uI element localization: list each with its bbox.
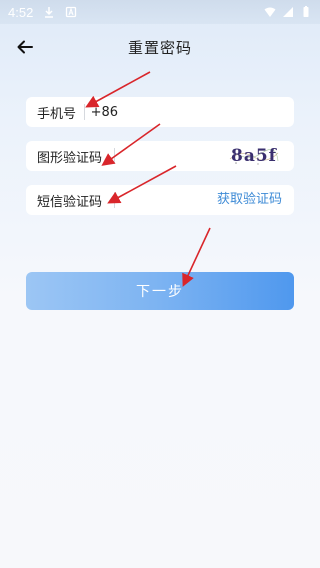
sms-code-field[interactable]: 短信验证码 获取验证码 — [26, 185, 294, 215]
signal-icon — [283, 7, 293, 17]
image-code-field[interactable]: 图形验证码 8a5f — [26, 141, 294, 171]
get-code-button[interactable]: 获取验证码 — [217, 185, 282, 215]
page-title: 重置密码 — [127, 38, 192, 57]
next-step-label: 下一步 — [136, 284, 184, 300]
battery-icon — [303, 6, 309, 17]
country-code[interactable]: +86 — [85, 105, 118, 120]
status-bar: 4:52 — [0, 0, 320, 24]
captcha-text: 8a5f — [231, 146, 277, 166]
app-header: 重置密码 — [0, 30, 320, 64]
arrow-left-icon — [17, 40, 33, 54]
phone-field[interactable]: 手机号 +86 — [26, 97, 294, 127]
captcha-image[interactable]: 8a5f — [228, 145, 280, 167]
wifi-icon — [264, 7, 276, 17]
phone-input[interactable] — [118, 97, 294, 127]
back-button[interactable] — [14, 36, 36, 58]
status-time: 4:52 — [8, 4, 34, 20]
phone-label: 手机号 — [37, 106, 77, 122]
next-step-button[interactable]: 下一步 — [26, 272, 294, 310]
image-code-label: 图形验证码 — [37, 150, 103, 166]
download-icon — [45, 7, 54, 18]
app-store-icon — [66, 6, 77, 18]
sms-code-label: 短信验证码 — [37, 194, 103, 210]
